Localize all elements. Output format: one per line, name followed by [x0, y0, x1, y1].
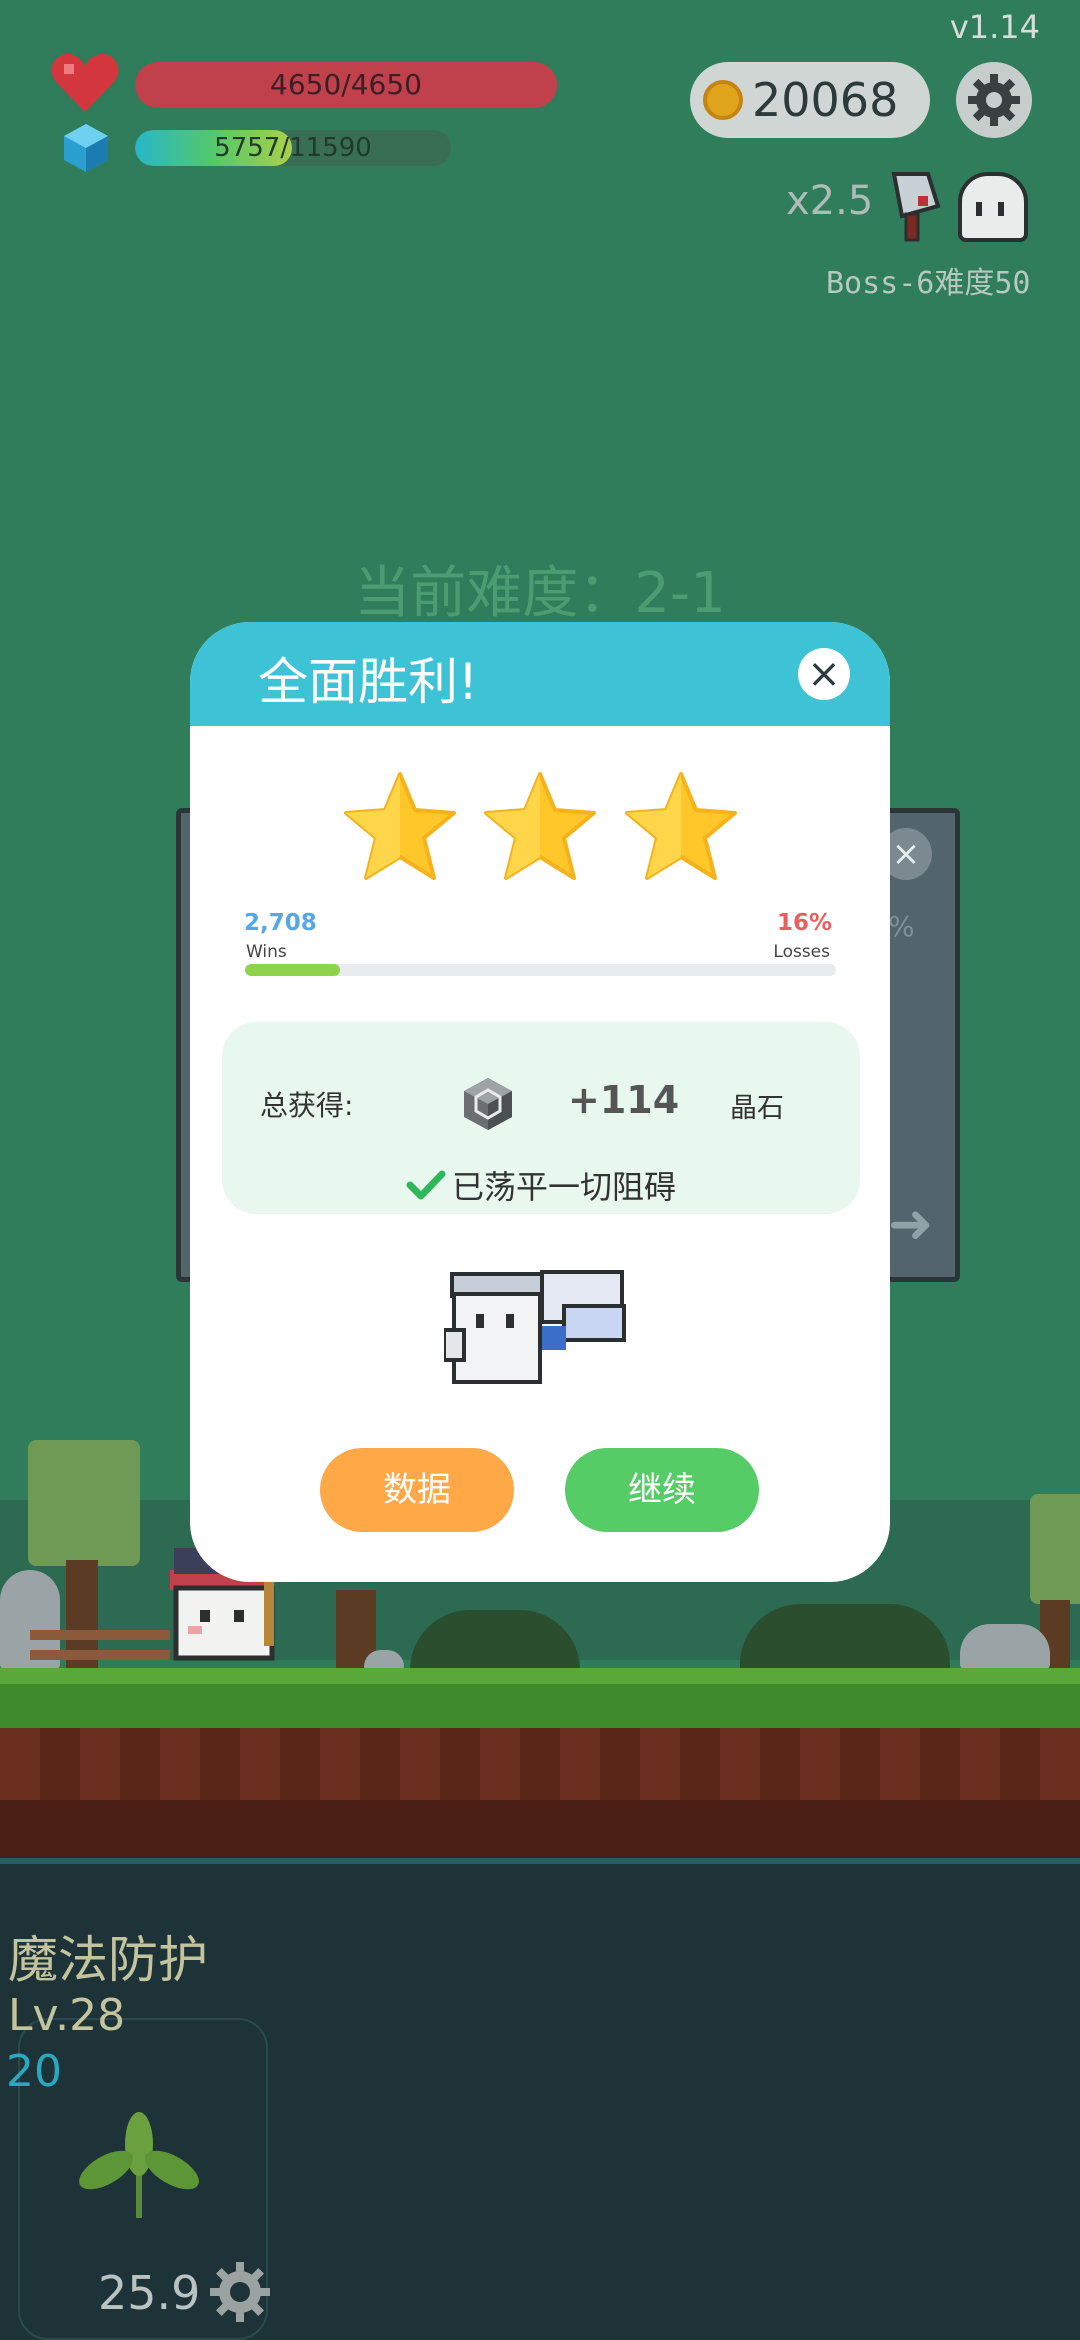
- skill-level: Lv.28: [8, 1990, 126, 2041]
- background-panel-percent: %: [888, 910, 915, 943]
- reward-unit: 晶石: [730, 1093, 784, 1124]
- skill-panel-border: [0, 1858, 1080, 1864]
- losses-label: Losses: [773, 942, 830, 962]
- skill-name: 魔法防护: [8, 1931, 208, 1989]
- cleared-text: 已荡平一切阻碍: [451, 1168, 676, 1206]
- coin-icon: [703, 80, 743, 120]
- star-icon: [480, 770, 600, 886]
- star-icon: [340, 770, 460, 886]
- bush: [740, 1604, 950, 1670]
- ground-grass-top: [0, 1668, 1080, 1684]
- heart-icon: [50, 52, 120, 116]
- reward-summary: 总获得: +114 晶石 已荡平一切阻碍: [222, 1022, 860, 1214]
- settings-button[interactable]: [956, 62, 1032, 138]
- dialog-title: 全面胜利!: [258, 653, 479, 711]
- knight-sprite: [442, 1266, 634, 1390]
- fence-rail: [30, 1630, 170, 1640]
- coin-amount: 20068: [752, 73, 899, 127]
- stats-button[interactable]: 数据: [320, 1448, 514, 1532]
- ground-dirt-dark: [0, 1800, 1080, 1858]
- hp-text: 4650/4650: [270, 68, 422, 101]
- win-ratio-fill: [245, 964, 340, 976]
- wins-value: 2,708: [244, 910, 317, 936]
- gem-icon: [60, 122, 112, 174]
- fence-rail: [30, 1650, 170, 1660]
- crystal-icon: [460, 1076, 516, 1132]
- wins-label: Wins: [246, 942, 287, 962]
- rock: [960, 1624, 1050, 1670]
- ghost-icon: [958, 172, 1028, 242]
- continue-button[interactable]: 继续: [565, 1448, 759, 1532]
- losses-value: 16%: [776, 910, 832, 936]
- reward-value: +114: [568, 1078, 680, 1122]
- gear-icon: [968, 74, 1020, 126]
- tree-canopy: [1030, 1494, 1080, 1604]
- tree-canopy: [28, 1440, 140, 1566]
- cleared-status: 已荡平一切阻碍: [222, 1162, 860, 1209]
- cleaver-icon: [878, 168, 952, 242]
- boss-difficulty-label: Boss-6难度50: [826, 266, 1031, 301]
- arrow-right-icon: ➜: [888, 1192, 934, 1255]
- close-button[interactable]: ×: [798, 648, 850, 700]
- leaf-icon: [76, 2110, 202, 2220]
- check-icon: [406, 1169, 446, 1209]
- current-difficulty: 当前难度：2-1: [354, 561, 726, 626]
- xp-text: 5757/11590: [214, 133, 372, 163]
- victory-dialog: 全面胜利! × 2,708 Wins 16% Losses 总获得: +114 …: [190, 622, 890, 1582]
- gear-icon: [210, 2262, 270, 2322]
- speed-multiplier[interactable]: x2.5: [786, 178, 873, 224]
- win-ratio-bar: [245, 964, 836, 976]
- skill-value: 20: [6, 2046, 62, 2097]
- reward-label: 总获得:: [260, 1089, 354, 1122]
- version-label: v1.14: [949, 8, 1040, 46]
- star-icon: [621, 770, 741, 886]
- rock: [364, 1650, 404, 1670]
- skill-timer: 25.9: [98, 2266, 201, 2320]
